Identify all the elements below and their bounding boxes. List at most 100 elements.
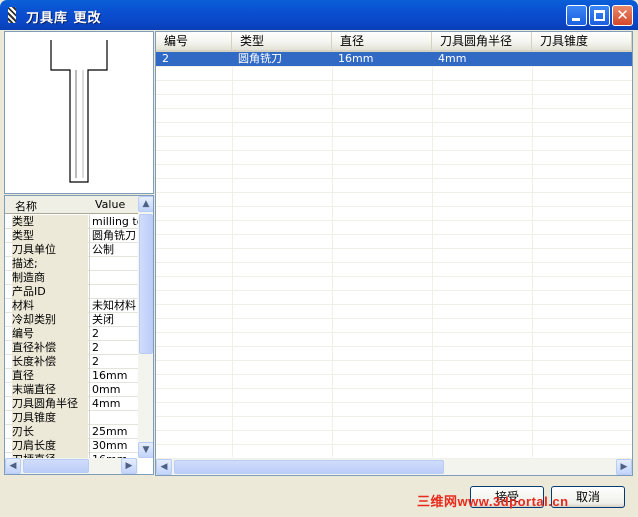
scroll-down-icon[interactable]: ▼ — [138, 442, 153, 458]
grid-line — [156, 108, 632, 109]
t-shaped-cutter-profile-icon — [50, 40, 108, 183]
maximize-button[interactable] — [589, 5, 610, 26]
column-divider — [89, 215, 90, 229]
scroll-left-icon[interactable]: ◀ — [156, 459, 172, 475]
title-bar[interactable]: 刀具库 更改 ✕ — [0, 0, 638, 30]
property-value[interactable] — [91, 411, 138, 425]
property-value[interactable]: 30mm — [91, 439, 138, 453]
property-name: 末端直径 — [12, 383, 88, 397]
property-value[interactable]: 25mm — [91, 425, 138, 439]
property-value[interactable]: 2 — [91, 355, 138, 369]
grid-line — [156, 248, 632, 249]
grid-line — [156, 220, 632, 221]
scroll-left-icon[interactable]: ◀ — [5, 458, 21, 474]
grid-line — [156, 402, 632, 403]
property-name: 材料 — [12, 299, 88, 313]
property-value[interactable]: 2 — [91, 341, 138, 355]
tool-list-horizontal-scrollbar[interactable]: ◀ ▶ — [156, 459, 632, 475]
property-row[interactable]: 材料 未知材料 — [5, 299, 138, 313]
property-name: 制造商 — [12, 271, 88, 285]
property-row[interactable]: 冷却类别 关闭 — [5, 313, 138, 327]
property-value[interactable]: 关闭 — [91, 313, 138, 327]
cell-corner-radius: 4mm — [438, 52, 467, 65]
grid-line — [156, 136, 632, 137]
column-header-type[interactable]: 类型 — [232, 32, 332, 50]
watermark: 三维网www.3dportal.cn — [417, 494, 569, 509]
grid-line — [156, 304, 632, 305]
property-name: 描述; — [12, 257, 88, 271]
tool-property-grid[interactable]: 名称 Value 类型milling tool类型圆角铣刀刀具单位公制描述;制造… — [4, 195, 154, 475]
property-row[interactable]: 描述; — [5, 257, 138, 271]
grid-line — [156, 80, 632, 81]
property-value[interactable]: 2 — [91, 327, 138, 341]
property-row[interactable]: 编号 2 — [5, 327, 138, 341]
maximize-icon — [594, 10, 605, 21]
column-header-taper[interactable]: 刀具锥度 — [532, 32, 632, 50]
property-value[interactable]: 4mm — [91, 397, 138, 411]
scroll-right-icon[interactable]: ▶ — [616, 459, 632, 475]
minimize-button[interactable] — [566, 5, 587, 26]
property-row[interactable]: 刀具单位 公制 — [5, 243, 138, 257]
column-divider — [89, 327, 90, 341]
property-name: 刀具圆角半径 — [12, 397, 88, 411]
horizontal-scroll-thumb[interactable] — [174, 460, 444, 474]
column-divider — [89, 313, 90, 327]
property-row[interactable]: 直径补偿 2 — [5, 341, 138, 355]
cell-number: 2 — [162, 52, 169, 65]
property-value[interactable]: 0mm — [91, 383, 138, 397]
name-column-header[interactable]: 名称 — [15, 198, 37, 214]
property-value[interactable]: 未知材料 — [91, 299, 138, 313]
property-value[interactable]: 圆角铣刀 — [91, 229, 138, 243]
property-row[interactable]: 直径 16mm — [5, 369, 138, 383]
property-row[interactable]: 产品ID — [5, 285, 138, 299]
value-column-header[interactable]: Value — [95, 198, 125, 211]
property-name: 长度补偿 — [12, 355, 88, 369]
property-row[interactable]: 刀具锥度 — [5, 411, 138, 425]
property-grid-vertical-scrollbar[interactable]: ▲ ▼ — [138, 196, 153, 458]
tool-list-view[interactable]: 编号 类型 直径 刀具圆角半径 刀具锥度 2 圆角铣刀 16mm 4mm ◀ ▶ — [155, 31, 633, 476]
property-name: 刀具单位 — [12, 243, 88, 257]
grid-line — [156, 332, 632, 333]
property-row[interactable]: 刀具圆角半径 4mm — [5, 397, 138, 411]
property-value[interactable] — [91, 285, 138, 299]
vertical-scroll-thumb[interactable] — [139, 214, 153, 354]
property-row[interactable]: 末端直径 0mm — [5, 383, 138, 397]
close-button[interactable]: ✕ — [612, 5, 633, 26]
column-divider — [89, 341, 90, 355]
property-value[interactable]: 公制 — [91, 243, 138, 257]
grid-line — [156, 150, 632, 151]
property-row[interactable]: 制造商 — [5, 271, 138, 285]
property-name: 刀肩长度 — [12, 439, 88, 453]
grid-line — [156, 276, 632, 277]
horizontal-scroll-thumb[interactable] — [23, 459, 89, 473]
grid-line — [156, 94, 632, 95]
column-divider — [89, 285, 90, 299]
column-divider — [89, 383, 90, 397]
property-row[interactable]: 刀肩长度 30mm — [5, 439, 138, 453]
grid-line — [156, 430, 632, 431]
column-header-number[interactable]: 编号 — [156, 32, 232, 50]
property-row[interactable]: 长度补偿 2 — [5, 355, 138, 369]
property-value[interactable] — [91, 271, 138, 285]
scroll-right-icon[interactable]: ▶ — [121, 458, 137, 474]
property-value[interactable]: milling tool — [91, 215, 138, 229]
column-divider — [89, 355, 90, 369]
column-divider — [89, 397, 90, 411]
tool-list-row-selected[interactable]: 2 圆角铣刀 16mm 4mm — [156, 52, 632, 66]
property-value[interactable] — [91, 257, 138, 271]
grid-line — [232, 52, 233, 457]
property-name: 直径补偿 — [12, 341, 88, 355]
property-grid-horizontal-scrollbar[interactable]: ◀ ▶ — [5, 458, 138, 474]
grid-line — [156, 234, 632, 235]
grid-line — [532, 52, 533, 457]
property-name: 编号 — [12, 327, 88, 341]
column-header-corner-radius[interactable]: 刀具圆角半径 — [432, 32, 532, 50]
column-header-diameter[interactable]: 直径 — [332, 32, 432, 50]
column-divider — [89, 411, 90, 425]
property-row[interactable]: 类型milling tool — [5, 215, 138, 229]
grid-line — [156, 192, 632, 193]
property-value[interactable]: 16mm — [91, 369, 138, 383]
property-row[interactable]: 类型 圆角铣刀 — [5, 229, 138, 243]
scroll-up-icon[interactable]: ▲ — [138, 196, 153, 212]
property-row[interactable]: 刃长 25mm — [5, 425, 138, 439]
